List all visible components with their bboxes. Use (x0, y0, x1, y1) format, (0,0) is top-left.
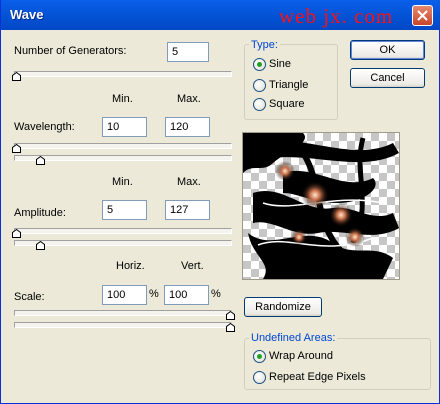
scale-horiz-slider-track[interactable] (14, 310, 232, 316)
generators-slider-thumb[interactable] (12, 72, 21, 81)
generators-label: Number of Generators: (14, 45, 127, 57)
type-triangle-radio[interactable] (253, 79, 266, 92)
wavelength-max-header: Max. (177, 93, 201, 105)
type-triangle-label[interactable]: Triangle (269, 79, 308, 91)
watermark: web jx. com (279, 4, 394, 28)
wavelength-min-input[interactable] (102, 117, 147, 137)
scale-vert-input[interactable] (164, 285, 209, 305)
scale-vert-slider-thumb[interactable] (226, 323, 235, 332)
amplitude-max-slider-track[interactable] (14, 240, 232, 246)
ok-button[interactable]: OK (350, 40, 425, 60)
repeat-edge-pixels-label[interactable]: Repeat Edge Pixels (269, 371, 366, 383)
amplitude-min-slider-thumb[interactable] (12, 229, 21, 238)
generators-slider-track[interactable] (14, 71, 232, 77)
amplitude-max-slider-thumb[interactable] (36, 241, 45, 250)
generators-input[interactable] (167, 42, 209, 62)
undefined-areas-title: Undefined Areas: (249, 332, 338, 344)
wavelength-min-slider-thumb[interactable] (12, 144, 21, 153)
amplitude-min-header: Min. (112, 176, 133, 188)
scale-vert-unit: % (211, 288, 221, 300)
scale-label: Scale: (14, 291, 45, 303)
amplitude-max-input[interactable] (165, 200, 210, 220)
wavelength-min-header: Min. (112, 93, 133, 105)
cancel-button[interactable]: Cancel (350, 68, 425, 88)
scale-horiz-header: Horiz. (116, 260, 145, 272)
amplitude-min-slider-track[interactable] (14, 228, 232, 234)
wave-dialog: Wave web jx. com Number of Generators: M… (0, 0, 440, 404)
scale-horiz-input[interactable] (102, 285, 147, 305)
randomize-button[interactable]: Randomize (244, 297, 322, 317)
wrap-around-radio[interactable] (253, 350, 266, 363)
amplitude-min-input[interactable] (102, 200, 147, 220)
wavelength-max-input[interactable] (165, 117, 210, 137)
title-bar[interactable]: Wave web jx. com (1, 0, 440, 30)
repeat-edge-pixels-radio[interactable] (253, 371, 266, 384)
type-square-radio[interactable] (253, 98, 266, 111)
scale-horiz-slider-thumb[interactable] (226, 311, 235, 320)
amplitude-label: Amplitude: (14, 207, 66, 219)
scale-horiz-unit: % (149, 288, 159, 300)
wavelength-label: Wavelength: (14, 121, 75, 133)
close-button[interactable] (412, 5, 433, 26)
scale-vert-header: Vert. (181, 260, 204, 272)
amplitude-max-header: Max. (177, 176, 201, 188)
wavelength-max-slider-thumb[interactable] (36, 156, 45, 165)
scale-vert-slider-track[interactable] (14, 322, 232, 328)
wave-preview-graphic (243, 133, 399, 279)
preview-image (242, 132, 400, 280)
type-sine-label[interactable]: Sine (269, 58, 291, 70)
window-title: Wave (10, 7, 44, 22)
wrap-around-label[interactable]: Wrap Around (269, 350, 333, 362)
wavelength-max-slider-track[interactable] (14, 155, 232, 161)
close-icon (417, 10, 428, 21)
wavelength-min-slider-track[interactable] (14, 143, 232, 149)
type-square-label[interactable]: Square (269, 98, 304, 110)
type-group-title: Type: (249, 39, 280, 51)
type-sine-radio[interactable] (253, 58, 266, 71)
